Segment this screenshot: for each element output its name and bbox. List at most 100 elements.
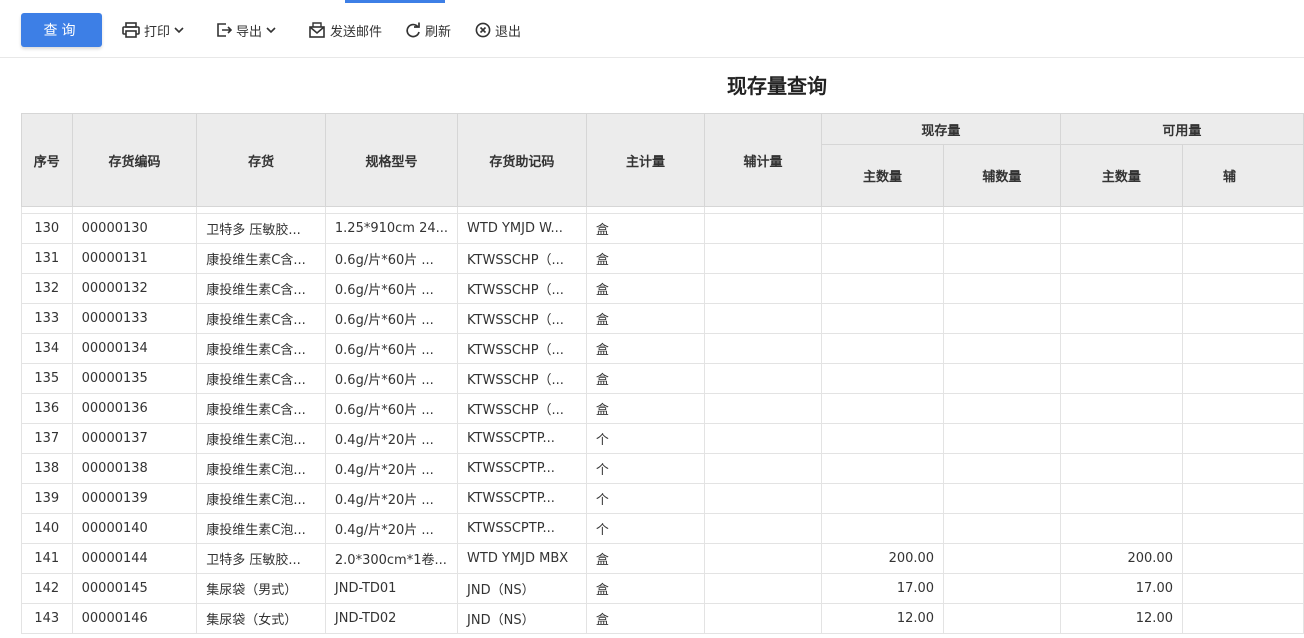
cell-mnemonic[interactable]: WTD YMJD MBX bbox=[457, 543, 587, 574]
table-row[interactable]: 143 00000146 集尿袋（女式） JND-TD02 JND（NS）盒 12.00 1… bbox=[21, 603, 1304, 634]
cell-spec[interactable]: 0.4g/片*20片 ... bbox=[324, 423, 459, 454]
cell-seq[interactable]: 136 bbox=[21, 393, 73, 424]
cell-code[interactable]: 00000139 bbox=[71, 483, 198, 514]
cell-seq[interactable]: 140 bbox=[21, 513, 73, 544]
cell-code[interactable]: 00000130 bbox=[71, 213, 198, 244]
inventory-grid[interactable]: 序号 存货编码 存货 规格型号 存货助记码 主计量 辅计量 现存量 可用量 主数… bbox=[21, 113, 1304, 638]
cell-onhand-main-qty[interactable]: 12.00 bbox=[820, 603, 945, 634]
cell-code[interactable]: 00000131 bbox=[71, 243, 198, 274]
cell-onhand-aux-qty[interactable] bbox=[943, 213, 1061, 244]
col-header-aux-unit[interactable]: 辅计量 bbox=[704, 113, 822, 207]
cell-available-aux-qty[interactable] bbox=[1181, 303, 1304, 334]
table-row[interactable]: 133 00000133 康投维生素C含... 0.6g/片*60片 ... KTWSS… bbox=[21, 303, 1304, 334]
cell-main-unit[interactable]: 个 bbox=[585, 513, 706, 544]
cell-name[interactable]: 康投维生素C含... bbox=[196, 333, 326, 364]
cell-seq[interactable]: 137 bbox=[21, 423, 73, 454]
cell-seq[interactable]: 139 bbox=[21, 483, 73, 514]
table-row[interactable]: 138 00000138 康投维生素C泡... 0.4g/片*20片 ... KTWSS… bbox=[21, 453, 1304, 484]
cell-mnemonic[interactable]: KTWSSCPTP... bbox=[457, 513, 587, 544]
cell-spec[interactable]: 0.6g/片*60片 ... bbox=[324, 303, 459, 334]
cell-onhand-aux-qty[interactable] bbox=[943, 543, 1061, 574]
cell-available-main-qty[interactable]: 200.00 bbox=[1059, 543, 1183, 574]
table-row[interactable]: 140 00000140 康投维生素C泡... 0.4g/片*20片 ... KTWSS… bbox=[21, 513, 1304, 544]
cell-name[interactable]: 康投维生素C泡... bbox=[196, 483, 326, 514]
cell-name[interactable]: 卫特多 压敏胶... bbox=[196, 213, 326, 244]
cell-main-unit[interactable]: 个 bbox=[585, 483, 706, 514]
cell-mnemonic[interactable]: KTWSSCHP（... bbox=[457, 333, 587, 364]
cell-available-main-qty[interactable] bbox=[1059, 423, 1183, 454]
cell-aux-unit[interactable] bbox=[704, 303, 822, 334]
cell-onhand-main-qty[interactable]: 200.00 bbox=[820, 543, 945, 574]
cell-aux-unit[interactable] bbox=[704, 273, 822, 304]
cell-available-aux-qty[interactable] bbox=[1181, 483, 1304, 514]
cell-mnemonic[interactable]: KTWSSCPTP... bbox=[457, 423, 587, 454]
cell-spec[interactable]: 0.6g/片*60片 ... bbox=[324, 393, 459, 424]
col-header-available-main-qty[interactable]: 主数量 bbox=[1059, 144, 1183, 207]
cell-onhand-aux-qty[interactable] bbox=[943, 453, 1061, 484]
col-header-code[interactable]: 存货编码 bbox=[71, 113, 198, 207]
cell-onhand-aux-qty[interactable] bbox=[943, 303, 1061, 334]
cell-available-aux-qty[interactable] bbox=[1181, 513, 1304, 544]
cell-name[interactable]: 康投维生素C含... bbox=[196, 243, 326, 274]
cell-onhand-aux-qty[interactable] bbox=[943, 273, 1061, 304]
cell-aux-unit[interactable] bbox=[704, 363, 822, 394]
col-header-main-unit[interactable]: 主计量 bbox=[585, 113, 706, 207]
cell-onhand-main-qty[interactable] bbox=[820, 423, 945, 454]
cell-onhand-main-qty[interactable] bbox=[820, 303, 945, 334]
cell-spec[interactable]: 2.0*300cm*1卷... bbox=[324, 543, 459, 574]
table-row[interactable]: 131 00000131 康投维生素C含... 0.6g/片*60片 ... KTWSS… bbox=[21, 243, 1304, 274]
cell-code[interactable]: 00000132 bbox=[71, 273, 198, 304]
cell-onhand-main-qty[interactable] bbox=[820, 513, 945, 544]
table-row[interactable]: 130 00000130 卫特多 压敏胶... 1.25*910cm 24... WTD… bbox=[21, 213, 1304, 244]
cell-aux-unit[interactable] bbox=[704, 453, 822, 484]
cell-onhand-aux-qty[interactable] bbox=[943, 363, 1061, 394]
cell-seq[interactable]: 141 bbox=[21, 543, 73, 574]
cell-available-aux-qty[interactable] bbox=[1181, 423, 1304, 454]
cell-name[interactable]: 卫特多 压敏胶... bbox=[196, 543, 326, 574]
cell-onhand-main-qty[interactable] bbox=[820, 363, 945, 394]
cell-code[interactable]: 00000138 bbox=[71, 453, 198, 484]
cell-name[interactable]: 康投维生素C泡... bbox=[196, 453, 326, 484]
query-button[interactable]: 查询 bbox=[21, 13, 102, 47]
cell-aux-unit[interactable] bbox=[704, 603, 822, 634]
cell-available-main-qty[interactable] bbox=[1059, 213, 1183, 244]
cell-code[interactable]: 00000137 bbox=[71, 423, 198, 454]
cell-code[interactable]: 00000140 bbox=[71, 513, 198, 544]
cell-code[interactable]: 00000136 bbox=[71, 393, 198, 424]
cell-onhand-aux-qty[interactable] bbox=[943, 333, 1061, 364]
col-header-mnemonic[interactable]: 存货助记码 bbox=[457, 113, 587, 207]
cell-available-main-qty[interactable] bbox=[1059, 513, 1183, 544]
cell-seq[interactable]: 132 bbox=[21, 273, 73, 304]
cell-aux-unit[interactable] bbox=[704, 483, 822, 514]
cell-name[interactable]: 集尿袋（女式） bbox=[196, 603, 326, 634]
cell-available-main-qty[interactable] bbox=[1059, 273, 1183, 304]
cell-aux-unit[interactable] bbox=[704, 423, 822, 454]
cell-spec[interactable]: 0.6g/片*60片 ... bbox=[324, 273, 459, 304]
cell-available-main-qty[interactable]: 17.00 bbox=[1059, 573, 1183, 604]
cell-name[interactable]: 康投维生素C含... bbox=[196, 363, 326, 394]
cell-seq[interactable]: 143 bbox=[21, 603, 73, 634]
cell-mnemonic[interactable]: KTWSSCPTP... bbox=[457, 483, 587, 514]
cell-mnemonic[interactable]: KTWSSCHP（... bbox=[457, 303, 587, 334]
cell-seq[interactable]: 131 bbox=[21, 243, 73, 274]
print-button[interactable]: 打印 bbox=[122, 20, 184, 40]
cell-spec[interactable]: 0.6g/片*60片 ... bbox=[324, 363, 459, 394]
cell-available-main-qty[interactable] bbox=[1059, 453, 1183, 484]
cell-main-unit[interactable]: 个 bbox=[585, 453, 706, 484]
cell-available-main-qty[interactable] bbox=[1059, 303, 1183, 334]
export-button[interactable]: 导出 bbox=[216, 20, 276, 40]
cell-name[interactable]: 康投维生素C含... bbox=[196, 393, 326, 424]
cell-onhand-main-qty[interactable] bbox=[820, 333, 945, 364]
table-row[interactable]: 134 00000134 康投维生素C含... 0.6g/片*60片 ... KTWSS… bbox=[21, 333, 1304, 364]
cell-onhand-main-qty[interactable] bbox=[820, 483, 945, 514]
col-header-name[interactable]: 存货 bbox=[196, 113, 326, 207]
cell-name[interactable]: 集尿袋（男式） bbox=[196, 573, 326, 604]
cell-seq[interactable]: 135 bbox=[21, 363, 73, 394]
cell-available-aux-qty[interactable] bbox=[1181, 393, 1304, 424]
cell-onhand-main-qty[interactable] bbox=[820, 243, 945, 274]
table-row[interactable]: 142 00000145 集尿袋（男式） JND-TD01 JND（NS）盒 17.00 1… bbox=[21, 573, 1304, 604]
cell-onhand-aux-qty[interactable] bbox=[943, 393, 1061, 424]
cell-available-aux-qty[interactable] bbox=[1181, 363, 1304, 394]
cell-mnemonic[interactable]: KTWSSCHP（... bbox=[457, 273, 587, 304]
cell-available-main-qty[interactable] bbox=[1059, 333, 1183, 364]
